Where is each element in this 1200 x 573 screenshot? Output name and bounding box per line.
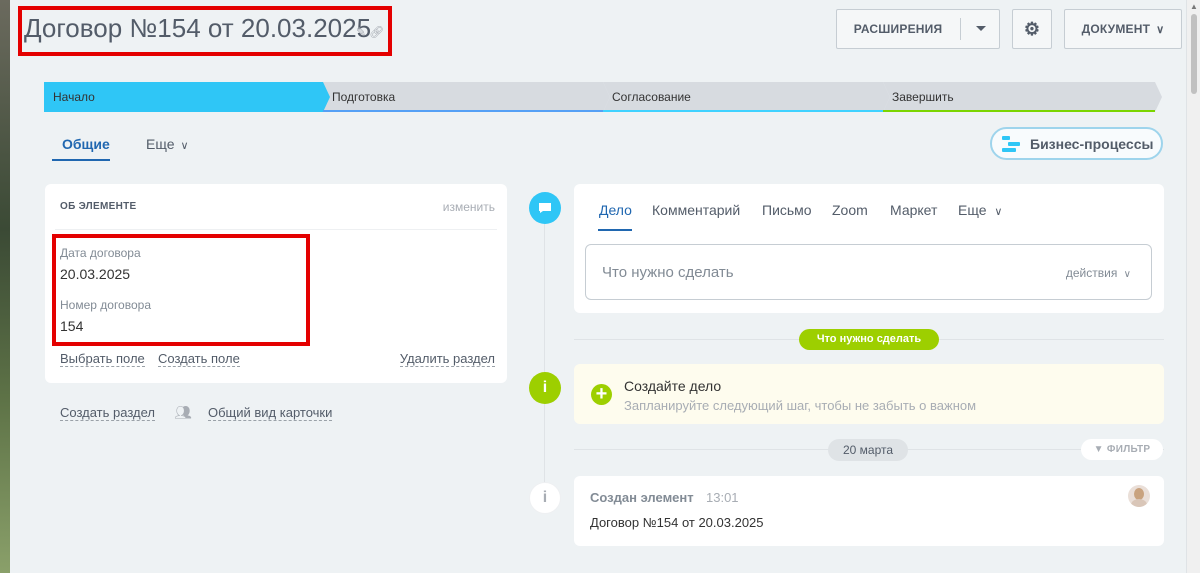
stage-label: Завершить xyxy=(892,90,954,104)
stage-label: Согласование xyxy=(612,90,691,104)
business-process-icon xyxy=(1002,135,1020,152)
stage-label: Начало xyxy=(53,90,95,104)
tab-general[interactable]: Общие xyxy=(62,136,110,152)
chevron-down-icon: ∨ xyxy=(1123,269,1131,280)
create-task-hint: Запланируйте следующий шаг, чтобы не заб… xyxy=(624,398,977,413)
field-label-contract-date: Дата договора xyxy=(60,246,141,260)
tab-active-underline xyxy=(598,229,632,231)
info-icon: i xyxy=(529,482,561,514)
date-badge: 20 марта xyxy=(828,439,908,461)
task-input[interactable]: Что нужно сделать действия ∨ xyxy=(585,244,1152,300)
section-title: ОБ ЭЛЕМЕНТЕ xyxy=(60,201,137,212)
create-task-title: Создайте дело xyxy=(624,378,722,394)
extensions-label: РАСШИРЕНИЯ xyxy=(853,22,943,36)
chevron-down-icon: ∨ xyxy=(180,140,189,152)
field-value-contract-number[interactable]: 154 xyxy=(60,318,83,334)
actions-dropdown[interactable]: действия ∨ xyxy=(1066,266,1131,280)
tab-market[interactable]: Маркет xyxy=(890,202,937,218)
create-section-link[interactable]: Создать раздел xyxy=(60,406,155,421)
tab-more-label: Еще xyxy=(958,202,987,218)
button-separator xyxy=(960,18,961,40)
chevron-down-icon: ∨ xyxy=(994,206,1003,218)
gear-icon: ⚙ xyxy=(1023,18,1041,39)
scroll-up-icon[interactable]: ▲ xyxy=(1190,2,1198,11)
chevron-down-icon: ∨ xyxy=(1156,23,1165,36)
pencil-icon[interactable]: ✎ xyxy=(356,25,369,39)
scrollbar[interactable]: ▲ xyxy=(1186,0,1200,573)
filter-button[interactable]: ▼ ФИЛЬТР xyxy=(1081,439,1163,460)
tab-more[interactable]: Еще ∨ xyxy=(146,136,189,152)
business-processes-button[interactable]: Бизнес-процессы xyxy=(990,127,1163,160)
title-icons: ✎🔗︎ xyxy=(356,25,387,39)
stage-bar: Начало Подготовка Согласование Завершить xyxy=(44,82,1164,112)
card-view-link[interactable]: Общий вид карточки xyxy=(208,406,333,421)
settings-button[interactable]: ⚙ xyxy=(1012,9,1052,49)
tab-zoom[interactable]: Zoom xyxy=(832,202,868,218)
created-element-entry: Создан элемент 13:01 Договор №154 от 20.… xyxy=(574,476,1164,546)
divider xyxy=(55,229,497,230)
delete-section-link[interactable]: Удалить раздел xyxy=(399,352,495,367)
field-value-contract-date[interactable]: 20.03.2025 xyxy=(60,266,130,282)
link-icon[interactable]: 🔗︎ xyxy=(369,25,387,39)
entry-body[interactable]: Договор №154 от 20.03.2025 xyxy=(590,515,764,530)
create-task-card[interactable]: + Создайте дело Запланируйте следующий ш… xyxy=(574,364,1164,424)
task-input-placeholder: Что нужно сделать xyxy=(602,264,734,281)
stage-preparation[interactable]: Подготовка xyxy=(323,82,611,112)
edit-section-link[interactable]: изменить xyxy=(443,200,495,214)
document-button[interactable]: ДОКУМЕНТ ∨ xyxy=(1064,9,1182,49)
todo-section-badge: Что нужно сделать xyxy=(799,329,939,350)
filter-label: ФИЛЬТР xyxy=(1106,444,1151,455)
activity-editor: Дело Комментарий Письмо Zoom Маркет Еще … xyxy=(574,184,1164,313)
page-title[interactable]: Договор №154 от 20.03.2025 xyxy=(24,13,371,44)
select-field-link[interactable]: Выбрать поле xyxy=(60,352,145,367)
info-icon: i xyxy=(529,372,561,404)
timeline-line xyxy=(544,208,545,498)
actions-label: действия xyxy=(1065,266,1118,280)
crm-entity-page: Договор №154 от 20.03.2025 ✎🔗︎ РАСШИРЕНИ… xyxy=(10,0,1186,573)
people-icon: 👥︎ xyxy=(174,404,192,420)
entry-title: Создан элемент xyxy=(590,490,694,505)
document-label: ДОКУМЕНТ xyxy=(1081,22,1151,36)
field-label-contract-number: Номер договора xyxy=(60,298,151,312)
avatar[interactable] xyxy=(1128,485,1150,507)
business-processes-label: Бизнес-процессы xyxy=(1030,135,1154,152)
about-element-card: ОБ ЭЛЕМЕНТЕ изменить Дата договора 20.03… xyxy=(45,184,507,383)
tab-more[interactable]: Еще ∨ xyxy=(958,202,1002,218)
filter-icon: ▼ xyxy=(1093,444,1104,455)
stage-approval[interactable]: Согласование xyxy=(603,82,891,112)
tab-comment[interactable]: Комментарий xyxy=(652,202,740,218)
caret-down-icon[interactable] xyxy=(976,26,986,31)
tab-email[interactable]: Письмо xyxy=(762,202,812,218)
stage-finish[interactable]: Завершить xyxy=(883,82,1171,112)
entry-time: 13:01 xyxy=(706,490,739,505)
tab-more-label: Еще xyxy=(146,136,175,152)
stage-label: Подготовка xyxy=(332,90,396,104)
tab-task[interactable]: Дело xyxy=(599,202,632,218)
scrollbar-thumb[interactable] xyxy=(1191,14,1197,94)
plus-icon: + xyxy=(591,384,612,405)
comment-icon xyxy=(529,192,561,224)
tab-active-underline xyxy=(52,159,110,161)
create-field-link[interactable]: Создать поле xyxy=(158,352,240,367)
stage-start[interactable]: Начало xyxy=(44,82,332,112)
extensions-button[interactable]: РАСШИРЕНИЯ xyxy=(836,9,1000,49)
background-strip xyxy=(0,0,10,573)
